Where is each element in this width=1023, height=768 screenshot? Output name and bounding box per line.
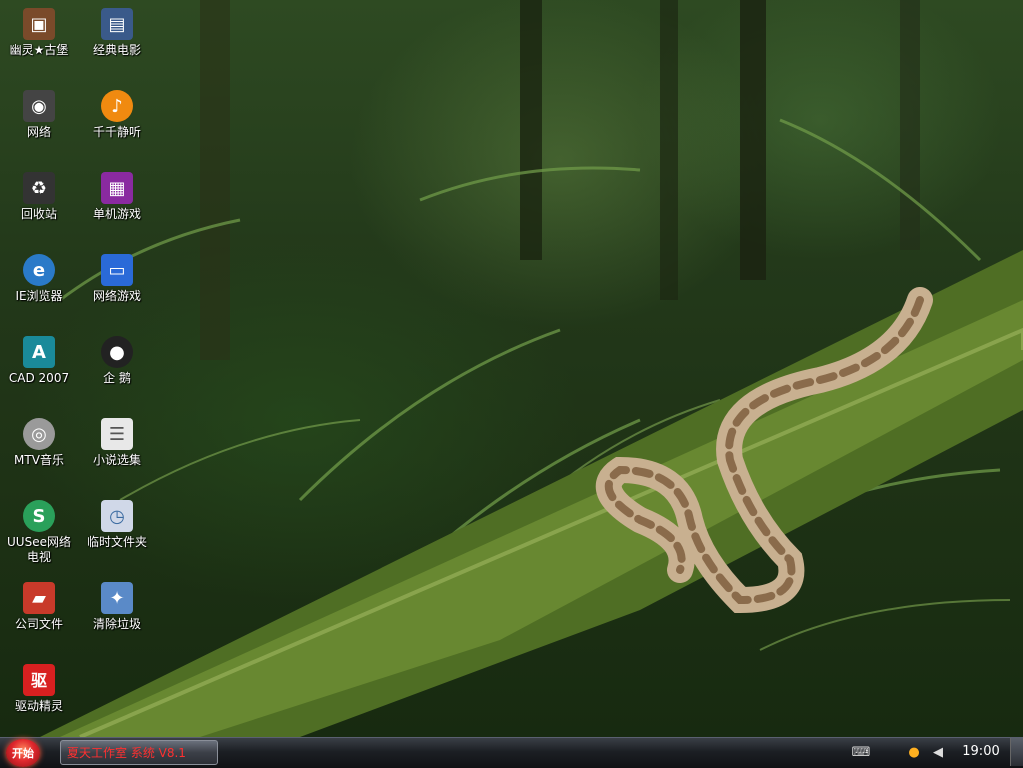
desktop-icon-company-files[interactable]: ▰ 公司文件 (3, 582, 75, 632)
system-tray-icons: ● ◀ (905, 737, 947, 767)
desktop-icon-single-games[interactable]: ▦ 单机游戏 (81, 172, 153, 222)
task-label: 夏天工作室 系统 V8.1 (67, 746, 186, 760)
desktop-icon-uusee[interactable]: S UUSee网络电视 (3, 500, 75, 565)
icon-label: 网络游戏 (92, 289, 141, 303)
browser-icon: e (23, 254, 55, 286)
cd-icon: ◎ (23, 418, 55, 450)
desktop-icon-cleaner[interactable]: ✦ 清除垃圾 (81, 582, 153, 632)
desktop-icon-movies[interactable]: ▤ 经典电影 (81, 8, 153, 58)
icon-label: 网络 (26, 125, 51, 139)
qq-icon[interactable]: ● (905, 744, 923, 760)
desktop-icon-recycle-bin[interactable]: ♻ 回收站 (3, 172, 75, 222)
icon-label: 临时文件夹 (86, 535, 147, 549)
network-icon: ◉ (23, 90, 55, 122)
start-button[interactable]: 开始 (6, 739, 40, 767)
desktop-icon-castle[interactable]: ▣ 幽灵★古堡 (3, 8, 75, 58)
document-icon: ☰ (101, 418, 133, 450)
icon-label: 千千静听 (92, 125, 141, 139)
start-label: 开始 (12, 747, 34, 760)
icon-label: CAD 2007 (8, 371, 70, 385)
desktop-icon-temp-folder[interactable]: ◷ 临时文件夹 (81, 500, 153, 550)
icon-label: 小说选集 (92, 453, 141, 467)
penguin-icon: ● (101, 336, 133, 368)
icon-label: MTV音乐 (14, 453, 64, 467)
icon-label: 公司文件 (14, 617, 63, 631)
icon-label: UUSee网络电视 (7, 535, 71, 564)
icon-label: 幽灵★古堡 (9, 43, 69, 57)
castle-icon: ▣ (23, 8, 55, 40)
cad-icon: A (23, 336, 55, 368)
icon-label: IE浏览器 (15, 289, 63, 303)
recycle-bin-icon: ♻ (23, 172, 55, 204)
icon-label: 企 鹅 (103, 371, 131, 385)
tv-icon: S (23, 500, 55, 532)
keyboard-icon[interactable]: ⌨ (852, 744, 871, 760)
desktop-icon-online-games[interactable]: ▭ 网络游戏 (81, 254, 153, 304)
desktop-icon-novels[interactable]: ☰ 小说选集 (81, 418, 153, 468)
desktop-icon-ttplayer[interactable]: ♪ 千千静听 (81, 90, 153, 140)
cleaner-icon: ✦ (101, 582, 133, 614)
desktop-icon-mtv[interactable]: ◎ MTV音乐 (3, 418, 75, 468)
taskbar-task-button[interactable]: 夏天工作室 系统 V8.1 (60, 740, 218, 765)
desktop-icon-driver-genius[interactable]: 驱 驱动精灵 (3, 664, 75, 714)
film-icon: ▤ (101, 8, 133, 40)
icon-label: 回收站 (20, 207, 57, 221)
desktop-icon-ie[interactable]: e IE浏览器 (3, 254, 75, 304)
speaker-icon[interactable]: ◀ (929, 744, 947, 760)
desktop-icon-cad[interactable]: A CAD 2007 (3, 336, 75, 386)
icon-label: 单机游戏 (92, 207, 141, 221)
temp-folder-icon: ◷ (101, 500, 133, 532)
desktop-icon-qq[interactable]: ● 企 鹅 (81, 336, 153, 386)
folder-icon: ▰ (23, 582, 55, 614)
taskbar-clock[interactable]: 19:00 (958, 737, 1004, 767)
icon-label: 清除垃圾 (92, 617, 141, 631)
system-tray: ⌨ (852, 737, 871, 767)
icon-label: 驱动精灵 (14, 699, 63, 713)
icon-label: 经典电影 (92, 43, 141, 57)
driver-icon: 驱 (23, 664, 55, 696)
music-player-icon: ♪ (101, 90, 133, 122)
online-game-icon: ▭ (101, 254, 133, 286)
show-desktop-button[interactable] (1010, 738, 1023, 766)
desktop-wallpaper (0, 0, 1023, 737)
game-icon: ▦ (101, 172, 133, 204)
desktop-icon-network[interactable]: ◉ 网络 (3, 90, 75, 140)
